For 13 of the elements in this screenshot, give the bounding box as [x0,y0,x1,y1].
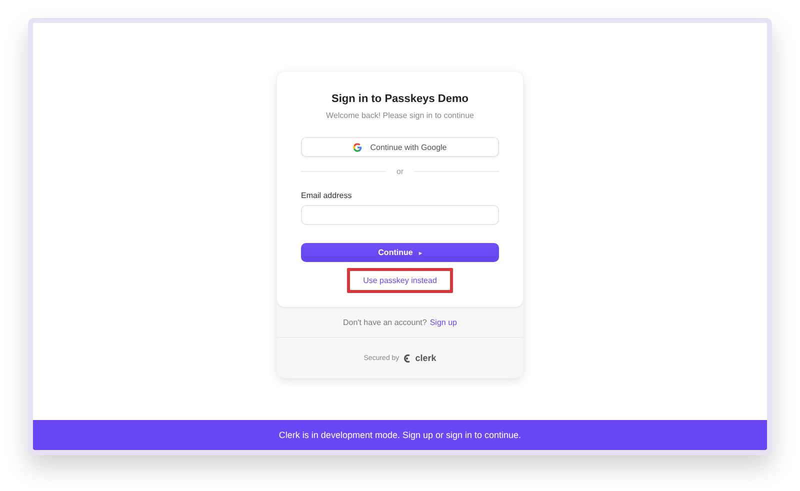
email-field[interactable] [301,205,499,225]
card-subtitle: Welcome back! Please sign in to continue [326,111,474,120]
brand-name: clerk [415,353,436,363]
passkey-link[interactable]: Use passkey instead [347,268,453,293]
email-label: Email address [301,191,352,200]
divider-text: or [396,167,404,176]
banner-text: Clerk is in development mode. Sign up or sign in to continue. [278,430,522,440]
signup-prompt: Don't have an account? [343,318,427,326]
google-icon [353,142,362,152]
google-button[interactable]: Continue with Google [301,137,499,157]
brand-logo-icon [403,354,412,362]
card-title: Sign in to Passkeys Demo [332,93,468,105]
signup-link[interactable]: Sign up [430,318,457,326]
